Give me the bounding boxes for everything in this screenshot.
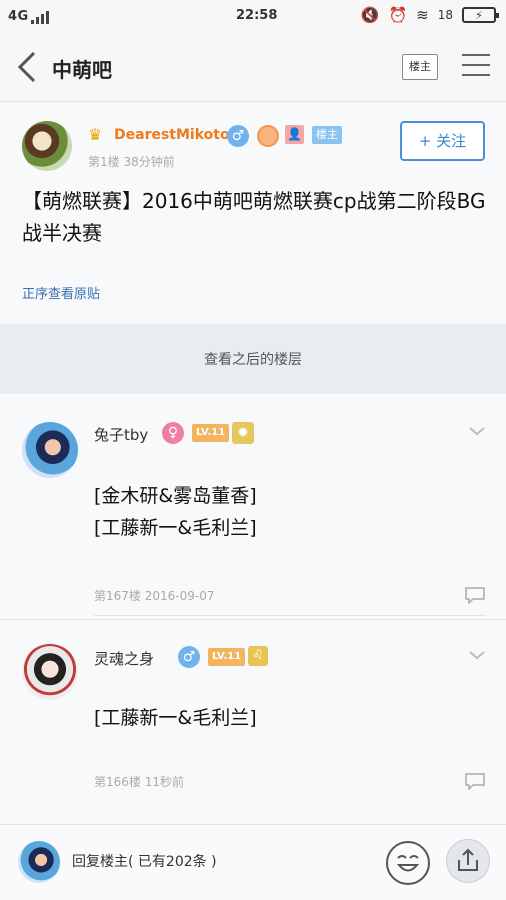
emoji-face-icon[interactable]	[386, 841, 430, 885]
wifi-icon: ≋	[416, 6, 429, 24]
clock-time: 22:58	[236, 8, 278, 23]
level-badge: LV.11	[208, 648, 246, 666]
star-badge-icon: ✹	[232, 422, 254, 444]
crown-icon: ♛	[88, 125, 103, 144]
status-bar: 4G 22:58 🔇 ⏰ ≋ 18 ⚡	[0, 0, 506, 32]
app-header: 中萌吧 楼主	[0, 32, 506, 102]
leo-zodiac-icon: ♌	[248, 646, 268, 666]
username[interactable]: DearestMikoto	[114, 127, 230, 143]
username[interactable]: 灵魂之身	[94, 648, 154, 669]
chevron-down-icon[interactable]	[468, 422, 486, 440]
hamburger-menu-icon[interactable]	[462, 54, 490, 78]
member-badge-icon	[257, 125, 279, 147]
op-tag: 楼主	[312, 126, 342, 144]
reply-line: [工藤新一&毛利兰]	[94, 707, 257, 729]
avatar[interactable]	[22, 422, 78, 478]
battery-charging-icon: ⚡	[462, 7, 499, 23]
only-op-button[interactable]: 楼主	[402, 54, 438, 80]
comment-icon[interactable]	[464, 586, 486, 604]
list-item: 灵魂之身 ♂ LV.11 ♌ [工藤新一&毛利兰] 第166楼 11秒前	[0, 619, 506, 824]
list-item: 兔子tby ♀ LV.11 ✹ [金木研&雾岛董香] [工藤新一&毛利兰] 第1…	[0, 394, 506, 619]
level-badge: LV.11	[192, 424, 230, 442]
reply-meta: 第166楼 11秒前	[94, 775, 184, 789]
signal-bars-icon	[31, 10, 49, 24]
network-type: 4G	[8, 9, 29, 24]
reply-line: [金木研&雾岛董香]	[94, 485, 257, 507]
divider	[94, 615, 486, 616]
page-title: 中萌吧	[52, 58, 112, 82]
female-icon: ♀	[162, 422, 184, 444]
reply-content: [工藤新一&毛利兰]	[94, 702, 257, 734]
reply-content: [金木研&雾岛董香] [工藤新一&毛利兰]	[94, 480, 257, 544]
share-icon[interactable]	[446, 839, 490, 883]
reply-meta: 第167楼 2016-09-07	[94, 589, 215, 603]
post-title: 【萌燃联赛】2016中萌吧萌燃联赛cp战第二阶段BG战半决赛	[22, 189, 486, 245]
chevron-down-icon[interactable]	[468, 646, 486, 664]
comment-icon[interactable]	[464, 772, 486, 790]
reply-input[interactable]: 回复楼主( 已有202条 )	[72, 851, 217, 871]
battery-percent: 18	[437, 8, 453, 22]
avatar[interactable]	[22, 644, 78, 700]
avatar	[18, 841, 60, 883]
reply-line: [工藤新一&毛利兰]	[94, 517, 257, 539]
back-arrow-icon[interactable]	[14, 50, 42, 84]
alarm-icon: ⏰	[388, 6, 408, 24]
first-post: ♛ DearestMikoto ♂ 👤 楼主 + 关注 第1楼 38分钟前 【萌…	[0, 103, 506, 324]
person-icon: 👤	[285, 125, 304, 144]
male-icon: ♂	[227, 125, 249, 147]
view-original-link[interactable]: 正序查看原贴	[22, 283, 100, 302]
view-later-floors[interactable]: 查看之后的楼层	[0, 324, 506, 394]
username[interactable]: 兔子tby	[94, 424, 148, 445]
bottom-reply-bar: 回复楼主( 已有202条 )	[0, 824, 506, 900]
follow-button[interactable]: + 关注	[400, 121, 485, 161]
avatar[interactable]	[22, 121, 72, 171]
post-meta: 第1楼 38分钟前	[88, 155, 175, 169]
male-icon: ♂	[178, 646, 200, 668]
mute-icon: 🔇	[360, 6, 380, 24]
